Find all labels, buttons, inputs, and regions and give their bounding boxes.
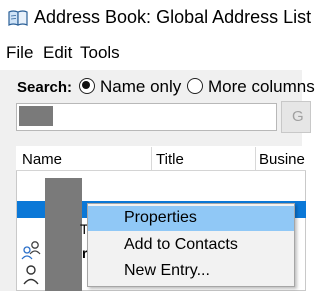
search-label: Search: — [17, 79, 73, 96]
radio-more-columns[interactable] — [187, 78, 203, 94]
redacted-names — [45, 178, 82, 291]
column-divider[interactable] — [255, 147, 256, 170]
context-menu-add-to-contacts[interactable]: Add to Contacts — [88, 233, 294, 258]
radio-selected-dot — [82, 81, 91, 90]
redacted-search-text — [19, 106, 53, 126]
contact-person-icon — [21, 264, 43, 291]
radio-more-columns-label[interactable]: More columns — [208, 77, 315, 97]
menu-file[interactable]: File — [6, 43, 33, 63]
menu-tools[interactable]: Tools — [80, 43, 120, 63]
context-menu-item-label: Properties — [124, 209, 197, 226]
column-header-name[interactable]: Name — [22, 151, 62, 168]
contact-person-icon — [21, 240, 43, 267]
context-menu-item-label: Add to Contacts — [124, 236, 238, 253]
go-button[interactable]: G — [281, 101, 311, 133]
column-header-business[interactable]: Busine — [259, 151, 305, 168]
radio-name-only[interactable] — [79, 78, 95, 94]
menu-edit[interactable]: Edit — [43, 43, 72, 63]
context-menu-new-entry[interactable]: New Entry... — [88, 259, 294, 284]
context-menu-item-label: New Entry... — [124, 262, 210, 279]
window-title: Address Book: Global Address List — [34, 7, 312, 27]
column-header-title[interactable]: Title — [156, 151, 184, 168]
address-book-icon — [8, 10, 28, 26]
search-input[interactable] — [16, 103, 277, 131]
go-button-label: G — [292, 108, 304, 125]
column-divider[interactable] — [151, 147, 152, 170]
radio-name-only-label[interactable]: Name only — [100, 77, 181, 97]
context-menu-properties[interactable]: Properties — [88, 206, 294, 231]
